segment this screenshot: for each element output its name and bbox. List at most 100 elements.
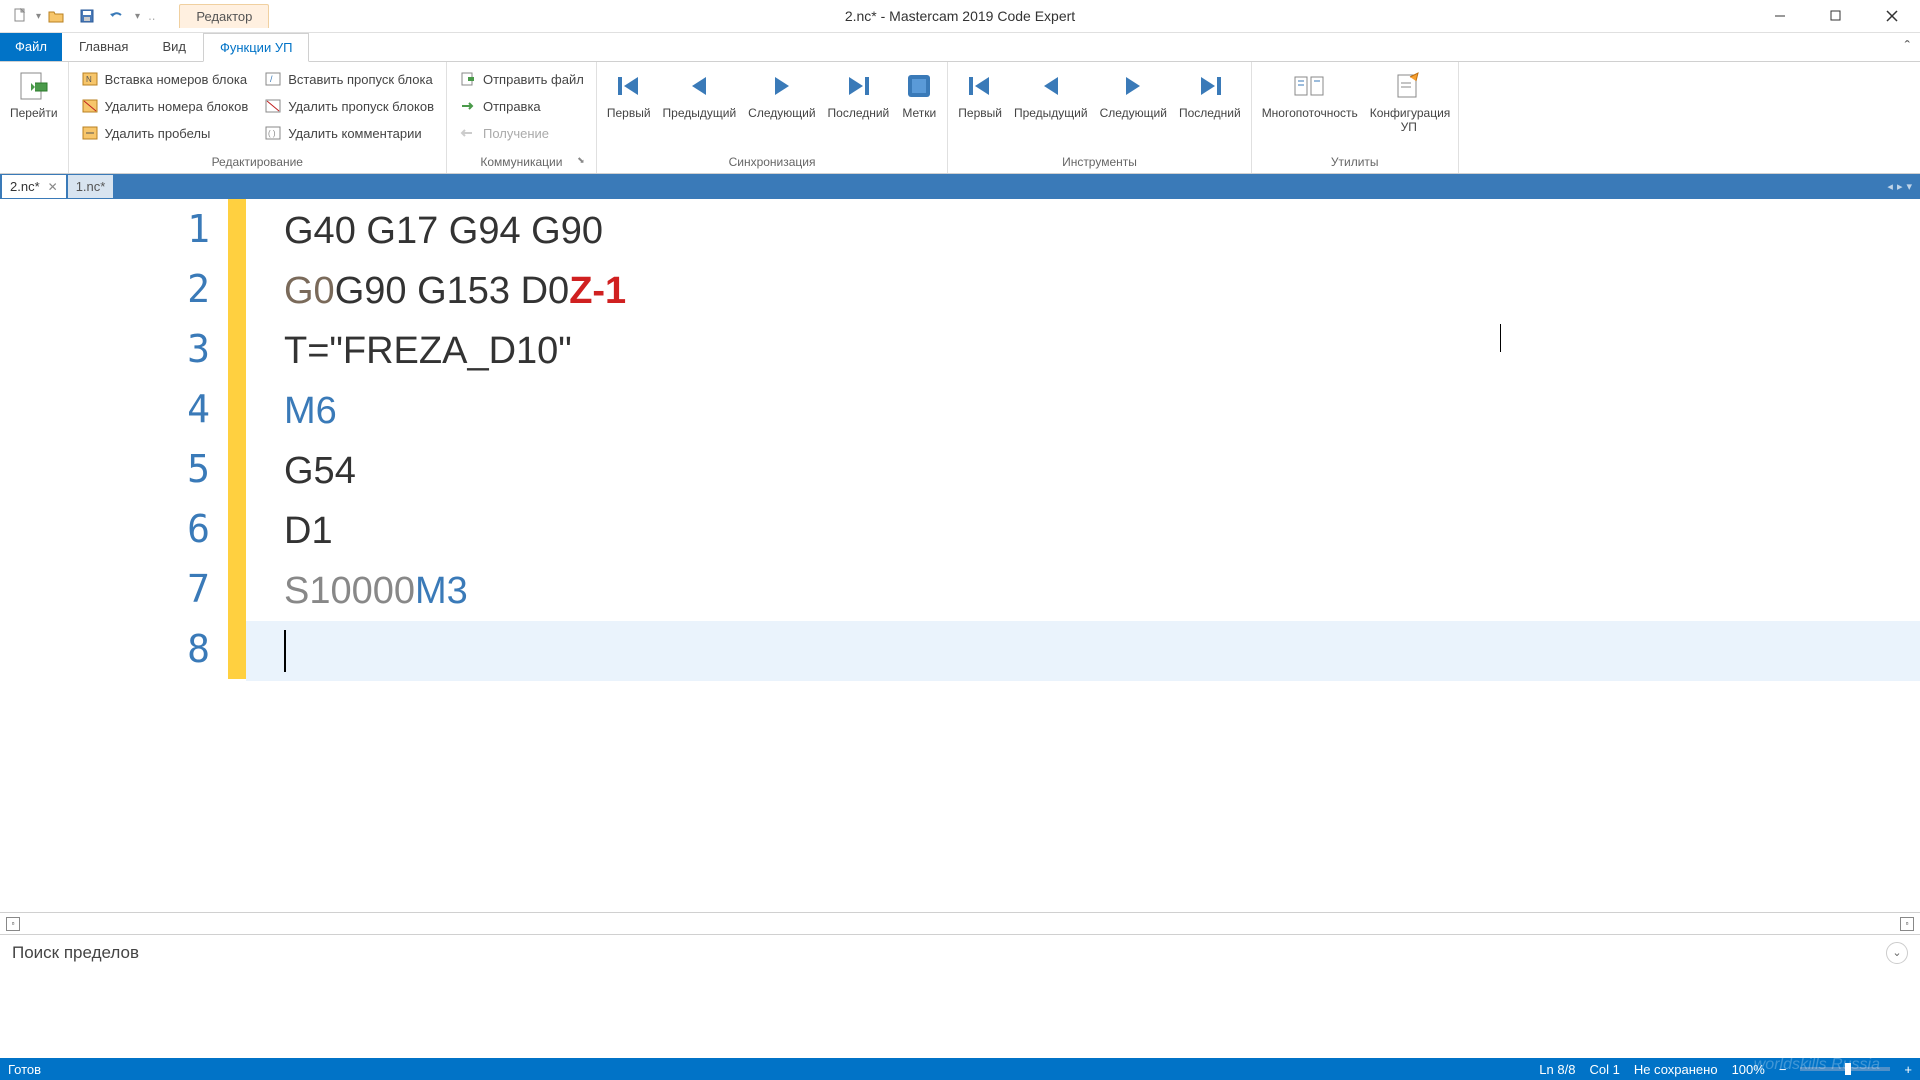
qat-customize-icon[interactable]: ‥ <box>148 10 155 23</box>
save-button[interactable] <box>73 3 101 29</box>
remove-spaces-button[interactable]: Удалить пробелы <box>75 120 255 146</box>
tools-last-button[interactable]: Последний <box>1173 64 1247 124</box>
code-line[interactable]: D1 <box>246 501 1920 561</box>
send-file-button[interactable]: Отправить файл <box>453 66 590 92</box>
remove-skip-icon <box>264 97 282 115</box>
next-icon <box>764 68 800 104</box>
code-line[interactable]: S10000 M3 <box>246 561 1920 621</box>
sync-next-button[interactable]: Следующий <box>742 64 821 124</box>
search-expand-button[interactable]: ⌄ <box>1886 942 1908 964</box>
code-line[interactable]: G54 <box>246 441 1920 501</box>
change-marker <box>228 439 246 499</box>
ribbon-group-comms: Отправить файл Отправка Получение Коммун… <box>447 62 597 173</box>
status-line: Ln 8/8 <box>1539 1062 1575 1077</box>
change-marker <box>228 499 246 559</box>
insert-numbers-icon: N <box>81 70 99 88</box>
tools-prev-button[interactable]: Предыдущий <box>1008 64 1094 124</box>
caret <box>284 630 286 672</box>
ribbon: Перейти NВставка номеров блока Удалить н… <box>0 62 1920 174</box>
doc-tab-inactive[interactable]: 1.nc* <box>68 175 114 198</box>
insert-skip-icon: / <box>264 70 282 88</box>
tab-file[interactable]: Файл <box>0 32 62 61</box>
gutter-line: 6 <box>0 499 246 559</box>
app-mode-label: Редактор <box>179 4 269 28</box>
splitter-icon[interactable]: ▫ <box>6 917 20 931</box>
gutter-line: 2 <box>0 259 246 319</box>
sync-first-button[interactable]: Первый <box>601 64 657 124</box>
change-marker <box>228 259 246 319</box>
remove-spaces-icon <box>81 124 99 142</box>
quick-access-toolbar: ▾ ▾ ‥ <box>0 3 155 29</box>
send-icon <box>459 97 477 115</box>
gutter-line: 3 <box>0 319 246 379</box>
send-button[interactable]: Отправка <box>453 93 590 119</box>
zoom-out-button[interactable]: − <box>1779 1062 1787 1077</box>
change-marker <box>228 379 246 439</box>
collapse-ribbon-button[interactable]: ˆ <box>1895 35 1920 61</box>
doc-tab-active[interactable]: 2.nc*✕ <box>2 175 66 198</box>
gutter-line: 8 <box>0 619 246 679</box>
tab-next-icon[interactable]: ▸ <box>1897 180 1903 193</box>
gutter: 12345678 <box>0 199 246 912</box>
open-file-button[interactable] <box>43 3 71 29</box>
remove-block-numbers-button[interactable]: Удалить номера блоков <box>75 93 255 119</box>
zoom-thumb[interactable] <box>1845 1063 1851 1075</box>
window-controls <box>1752 0 1920 33</box>
line-number: 6 <box>0 507 228 551</box>
ribbon-group-sync: Первый Предыдущий Следующий Последний Ме… <box>597 62 948 173</box>
splitter-bar[interactable]: ▫ ▫ <box>0 912 1920 934</box>
sync-last-button[interactable]: Последний <box>822 64 896 124</box>
splitter-right-icon[interactable]: ▫ <box>1900 917 1914 931</box>
tools-first-button[interactable]: Первый <box>952 64 1008 124</box>
tools-next-button[interactable]: Следующий <box>1094 64 1173 124</box>
goto-icon <box>16 68 52 104</box>
multithread-button[interactable]: Многопоточность <box>1256 64 1364 124</box>
zoom-in-button[interactable]: + <box>1904 1062 1912 1077</box>
gutter-line: 4 <box>0 379 246 439</box>
code-line[interactable]: T="FREZA_D10" <box>246 321 1920 381</box>
new-file-button[interactable] <box>6 3 34 29</box>
change-marker <box>228 319 246 379</box>
goto-button[interactable]: Перейти <box>4 64 64 124</box>
dropdown-icon[interactable]: ▾ <box>36 11 41 22</box>
code-line[interactable] <box>246 621 1920 681</box>
code-area[interactable]: G40 G17 G94 G90G0 G90 G153 D0 Z-1T="FREZ… <box>246 199 1920 912</box>
change-marker <box>228 199 246 259</box>
sync-marks-button[interactable]: Метки <box>895 64 943 124</box>
line-number: 7 <box>0 567 228 611</box>
sync-prev-button[interactable]: Предыдущий <box>657 64 743 124</box>
maximize-button[interactable] <box>1808 0 1864 33</box>
tab-view[interactable]: Вид <box>145 32 203 61</box>
multithread-icon <box>1292 68 1328 104</box>
close-tab-icon[interactable]: ✕ <box>48 180 58 194</box>
code-editor[interactable]: 12345678 G40 G17 G94 G90G0 G90 G153 D0 Z… <box>0 199 1920 912</box>
undo-button[interactable] <box>103 3 131 29</box>
last-icon <box>840 68 876 104</box>
zoom-slider[interactable] <box>1800 1067 1890 1071</box>
qat-more-icon[interactable]: ▾ <box>135 11 140 22</box>
search-label: Поиск пределов <box>12 943 139 963</box>
minimize-button[interactable] <box>1752 0 1808 33</box>
gutter-line: 5 <box>0 439 246 499</box>
titlebar: ▾ ▾ ‥ Редактор 2.nc* - Mastercam 2019 Co… <box>0 0 1920 33</box>
ribbon-group-utils: Многопоточность Конфигурация УП Утилиты <box>1252 62 1459 173</box>
tab-prev-icon[interactable]: ◂ <box>1887 180 1893 193</box>
remove-comments-button[interactable]: ( )Удалить комментарии <box>258 120 440 146</box>
change-marker <box>228 619 246 679</box>
config-icon <box>1391 68 1427 104</box>
config-button[interactable]: Конфигурация УП <box>1364 64 1454 139</box>
close-button[interactable] <box>1864 0 1920 33</box>
code-line[interactable]: M6 <box>246 381 1920 441</box>
send-file-icon <box>459 70 477 88</box>
code-line[interactable]: G0 G90 G153 D0 Z-1 <box>246 261 1920 321</box>
insert-block-skip-button[interactable]: /Вставить пропуск блока <box>258 66 440 92</box>
tab-home[interactable]: Главная <box>62 32 145 61</box>
remove-block-skip-button[interactable]: Удалить пропуск блоков <box>258 93 440 119</box>
comms-launcher-icon[interactable]: ⬊ <box>574 155 588 169</box>
code-line[interactable]: G40 G17 G94 G90 <box>246 201 1920 261</box>
line-number: 8 <box>0 627 228 671</box>
insert-block-numbers-button[interactable]: NВставка номеров блока <box>75 66 255 92</box>
change-marker <box>228 559 246 619</box>
tab-list-icon[interactable]: ▾ <box>1906 180 1912 193</box>
tab-functions[interactable]: Функции УП <box>203 33 309 62</box>
